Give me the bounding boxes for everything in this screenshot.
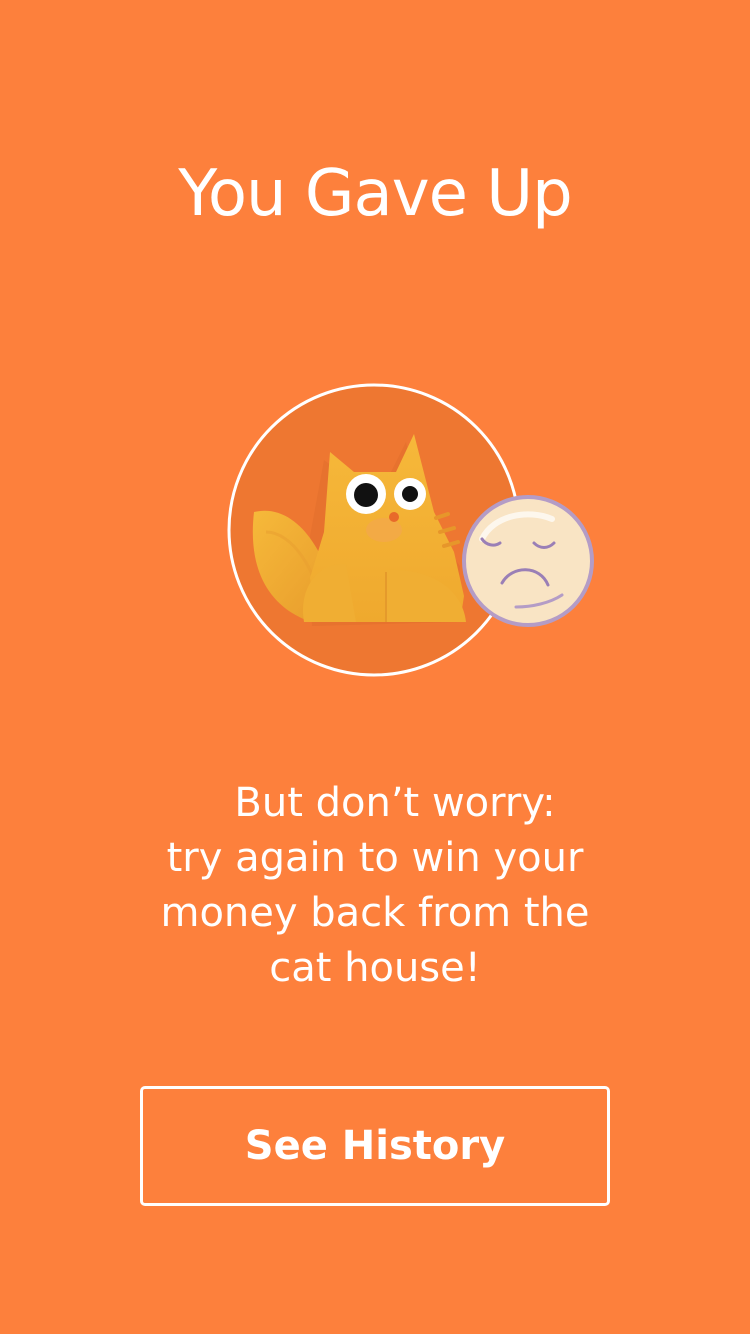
sad-face-badge <box>460 493 596 629</box>
see-history-button[interactable]: See History <box>140 1086 610 1206</box>
message-line: cat house! <box>269 945 481 991</box>
encouragement-message: But don’t worry: try again to win your m… <box>100 776 650 996</box>
sad-face-icon <box>462 495 594 627</box>
message-line: try again to win your <box>166 835 584 881</box>
page-title: You Gave Up <box>178 157 573 231</box>
message-line: money back from the <box>160 890 590 936</box>
game-result-screen: You Gave Up But don’t worry: try again t… <box>0 0 750 1334</box>
message-line: But don’t worry: <box>234 780 556 826</box>
